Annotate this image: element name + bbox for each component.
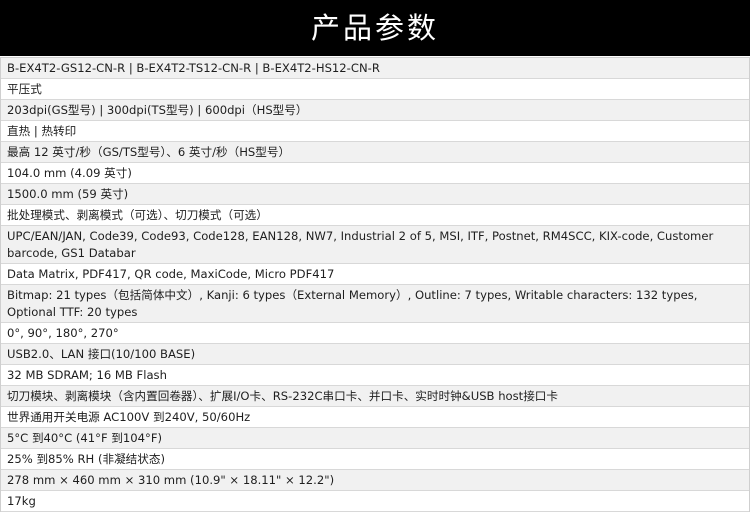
spec-row-model: B-EX4T2-GS12-CN-R | B-EX4T2-TS12-CN-R | … [1,58,749,79]
spec-row-print-length: 1500.0 mm (59 英寸) [1,184,749,205]
header-bar: 产品参数 [0,0,750,56]
spec-row-temperature: 5°C 到40°C (41°F 到104°F) [1,428,749,449]
spec-row-memory: 32 MB SDRAM; 16 MB Flash [1,365,749,386]
spec-row-1d-barcodes: UPC/EAN/JAN, Code39, Code93, Code128, EA… [1,226,749,264]
spec-row-print-width: 104.0 mm (4.09 英寸) [1,163,749,184]
spec-row-power: 世界通用开关电源 AC100V 到240V, 50/60Hz [1,407,749,428]
spec-row-print-head: 平压式 [1,79,749,100]
spec-row-dimensions: 278 mm × 460 mm × 310 mm (10.9" × 18.11"… [1,470,749,491]
spec-row-resolution: 203dpi(GS型号) | 300dpi(TS型号) | 600dpi（HS型… [1,100,749,121]
product-spec-page: 产品参数 B-EX4T2-GS12-CN-R | B-EX4T2-TS12-CN… [0,0,750,512]
page-title: 产品参数 [310,10,439,45]
spec-row-interface: USB2.0、LAN 接口(10/100 BASE) [1,344,749,365]
spec-row-issue-mode: 批处理模式、剥离模式（可选）、切刀模式（可选） [1,205,749,226]
spec-row-2d-barcodes: Data Matrix, PDF417, QR code, MaxiCode, … [1,264,749,285]
spec-list: B-EX4T2-GS12-CN-R | B-EX4T2-TS12-CN-R | … [0,57,750,512]
spec-row-print-method: 直热 | 热转印 [1,121,749,142]
spec-row-options: 切刀模块、剥离模块（含内置回卷器）、扩展I/O卡、RS-232C串口卡、并口卡、… [1,386,749,407]
spec-row-rotation: 0°, 90°, 180°, 270° [1,323,749,344]
spec-row-fonts: Bitmap: 21 types（包括简体中文）, Kanji: 6 types… [1,285,749,323]
spec-row-weight: 17kg [1,491,749,512]
spec-row-humidity: 25% 到85% RH (非凝结状态) [1,449,749,470]
spec-row-print-speed: 最高 12 英寸/秒（GS/TS型号）、6 英寸/秒（HS型号） [1,142,749,163]
